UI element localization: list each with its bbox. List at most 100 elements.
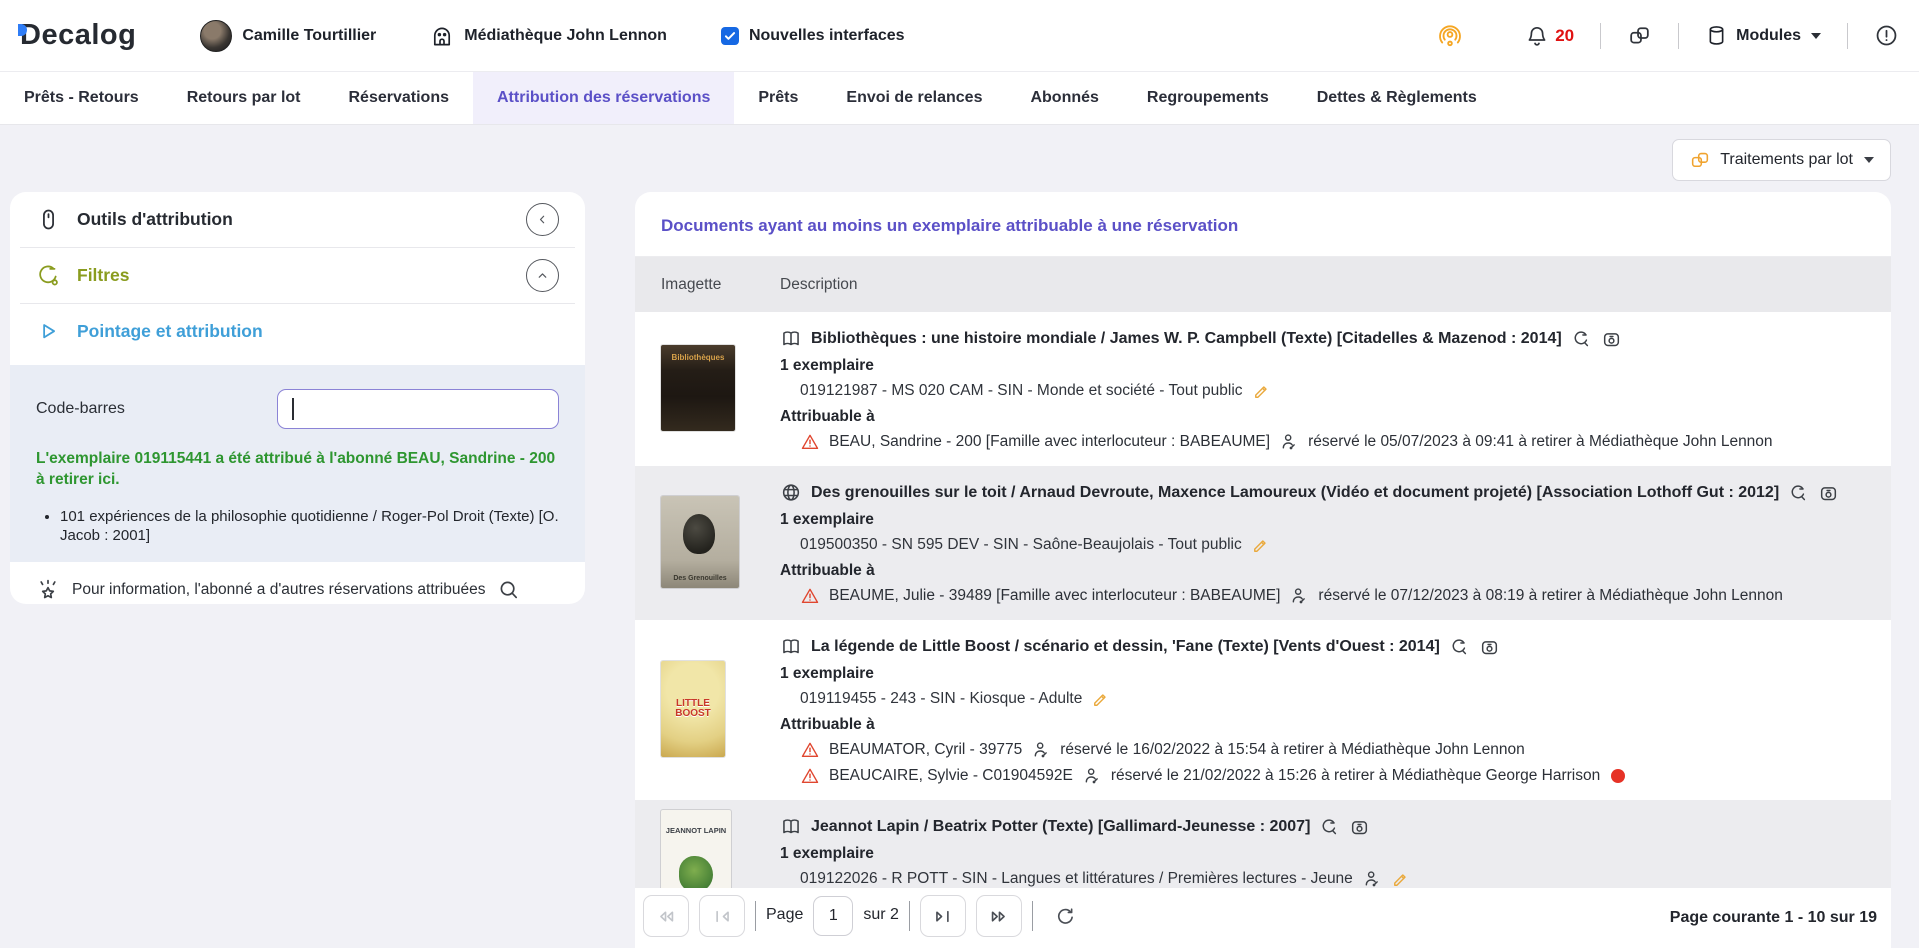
skip-end-icon xyxy=(931,905,954,928)
page-label: Page xyxy=(766,906,803,924)
divider xyxy=(1600,23,1601,49)
subscriber-icon[interactable] xyxy=(1082,766,1102,786)
book-type-icon xyxy=(780,816,802,838)
current-library[interactable]: Médiathèque John Lennon xyxy=(430,24,667,48)
barcode-input[interactable] xyxy=(277,389,559,429)
camera-icon[interactable] xyxy=(1601,329,1622,350)
edit-pencil-icon[interactable] xyxy=(1251,535,1271,555)
tools-section-label: Outils d'attribution xyxy=(77,209,510,230)
copy-details: 019119455 - 243 - SIN - Kiosque - Adulte xyxy=(800,690,1082,708)
table-row[interactable]: Bibliothèques Bibliothèques : une histoi… xyxy=(635,312,1891,466)
new-interfaces-checkbox[interactable] xyxy=(721,27,739,45)
caret-down-icon xyxy=(1864,157,1874,163)
sidebar-section-tools[interactable]: Outils d'attribution xyxy=(10,192,585,247)
first-page-button[interactable] xyxy=(643,895,689,937)
camera-icon[interactable] xyxy=(1818,483,1839,504)
refresh-button[interactable] xyxy=(1043,895,1089,937)
tab-reservations[interactable]: Réservations xyxy=(325,72,474,124)
new-interfaces-toggle[interactable]: Nouvelles interfaces xyxy=(721,27,905,45)
document-title: Jeannot Lapin / Beatrix Potter (Texte) [… xyxy=(811,818,1310,836)
subscriber-icon[interactable] xyxy=(1031,740,1051,760)
copies-count-label: 1 exemplaire xyxy=(780,357,1871,375)
table-row[interactable]: Des Grenouilles Des grenouilles sur le t… xyxy=(635,466,1891,620)
tab-abonnes[interactable]: Abonnés xyxy=(1006,72,1122,124)
current-user[interactable]: Camille Tourtillier xyxy=(200,20,376,52)
cover-text: JEANNOT LAPIN xyxy=(666,826,726,835)
copy-details: 019122026 - R POTT - SIN - Langues et li… xyxy=(800,870,1353,888)
barcode-label: Code-barres xyxy=(36,400,277,418)
info-message: Pour information, l'abonné a d'autres ré… xyxy=(72,581,485,599)
subscriber-icon[interactable] xyxy=(1362,869,1382,889)
tab-retours-par-lot[interactable]: Retours par lot xyxy=(163,72,325,124)
caret-down-icon xyxy=(1811,33,1821,39)
other-reservations-info: Pour information, l'abonné a d'autres ré… xyxy=(10,562,585,602)
new-interfaces-label: Nouvelles interfaces xyxy=(749,27,905,45)
sidebar-section-filters[interactable]: Filtres xyxy=(10,248,585,303)
documents-panel: Documents ayant au moins un exemplaire a… xyxy=(635,192,1891,922)
tab-prets[interactable]: Prêts xyxy=(734,72,822,124)
detail-loupe-icon[interactable] xyxy=(1788,483,1809,504)
last-page-button[interactable] xyxy=(976,895,1022,937)
fast-forward-icon xyxy=(987,905,1010,928)
tab-regroupements[interactable]: Regroupements xyxy=(1123,72,1293,124)
subscriber-icon[interactable] xyxy=(1289,586,1309,606)
sidebar-section-pointing[interactable]: Pointage et attribution xyxy=(10,304,585,359)
mouse-icon xyxy=(36,207,61,232)
hold-reservation: réservé le 07/12/2023 à 08:19 à retirer … xyxy=(1318,587,1782,605)
divider xyxy=(755,901,756,931)
star-rays-icon xyxy=(36,578,60,602)
tab-attribution-des-reservations[interactable]: Attribution des réservations xyxy=(473,72,734,124)
batch-button-label: Traitements par lot xyxy=(1720,151,1853,169)
edit-pencil-icon[interactable] xyxy=(1091,689,1111,709)
pagination-bar: Page 1 sur 2 Page courante 1 - 10 sur 19 xyxy=(635,888,1891,948)
attributable-label: Attribuable à xyxy=(780,562,1871,580)
copy-details: 019121987 - MS 020 CAM - SIN - Monde et … xyxy=(800,382,1243,400)
batch-links-icon xyxy=(1689,149,1711,171)
edit-pencil-icon[interactable] xyxy=(1252,381,1272,401)
play-icon xyxy=(36,319,61,344)
camera-icon[interactable] xyxy=(1479,637,1500,658)
filters-icon xyxy=(36,263,61,288)
hold-subscriber: BEAU, Sandrine - 200 [Famille avec inter… xyxy=(829,433,1270,451)
search-icon[interactable] xyxy=(497,578,521,602)
link-pages-icon[interactable] xyxy=(1627,23,1652,48)
broadcast-target-icon[interactable] xyxy=(1437,23,1463,49)
table-row[interactable]: LITTLE BOOST La légende de Little Boost … xyxy=(635,620,1891,800)
warning-icon xyxy=(800,432,820,452)
page-number-input[interactable]: 1 xyxy=(813,896,853,936)
book-type-icon xyxy=(780,636,802,658)
hold-reservation: réservé le 21/02/2022 à 15:26 à retirer … xyxy=(1111,767,1600,785)
copy-details: 019500350 - SN 595 DEV - SIN - Saône-Bea… xyxy=(800,536,1242,554)
book-cover-thumbnail: Des Grenouilles xyxy=(661,496,739,588)
detail-loupe-icon[interactable] xyxy=(1319,817,1340,838)
next-page-button[interactable] xyxy=(920,895,966,937)
divider xyxy=(1032,901,1033,931)
tab-dettes-reglements[interactable]: Dettes & Règlements xyxy=(1293,72,1501,124)
collapse-up-button[interactable] xyxy=(526,259,559,292)
detail-loupe-icon[interactable] xyxy=(1571,329,1592,350)
hold-reservation: réservé le 05/07/2023 à 09:41 à retirer … xyxy=(1308,433,1772,451)
subscriber-icon[interactable] xyxy=(1279,432,1299,452)
collapse-left-button[interactable] xyxy=(526,203,559,236)
skip-start-icon xyxy=(711,905,734,928)
tab-prets-retours[interactable]: Prêts - Retours xyxy=(0,72,163,124)
divider xyxy=(909,901,910,931)
divider xyxy=(1847,23,1848,49)
notifications-button[interactable]: 20 xyxy=(1525,24,1574,48)
modules-menu[interactable]: Modules xyxy=(1705,24,1821,47)
pointing-section-label: Pointage et attribution xyxy=(77,321,559,342)
detail-loupe-icon[interactable] xyxy=(1449,637,1470,658)
user-avatar xyxy=(200,20,232,52)
hold-subscriber: BEAUMATOR, Cyril - 39775 xyxy=(829,741,1022,759)
batch-processing-button[interactable]: Traitements par lot xyxy=(1672,139,1891,181)
copies-count-label: 1 exemplaire xyxy=(780,665,1871,683)
decalog-logo: Decalog xyxy=(20,19,136,52)
copies-count-label: 1 exemplaire xyxy=(780,511,1871,529)
camera-icon[interactable] xyxy=(1349,817,1370,838)
bell-icon xyxy=(1525,24,1549,48)
edit-pencil-icon[interactable] xyxy=(1391,869,1411,889)
previous-page-button[interactable] xyxy=(699,895,745,937)
info-icon[interactable] xyxy=(1874,23,1899,48)
warning-icon xyxy=(800,740,820,760)
tab-envoi-de-relances[interactable]: Envoi de relances xyxy=(822,72,1006,124)
